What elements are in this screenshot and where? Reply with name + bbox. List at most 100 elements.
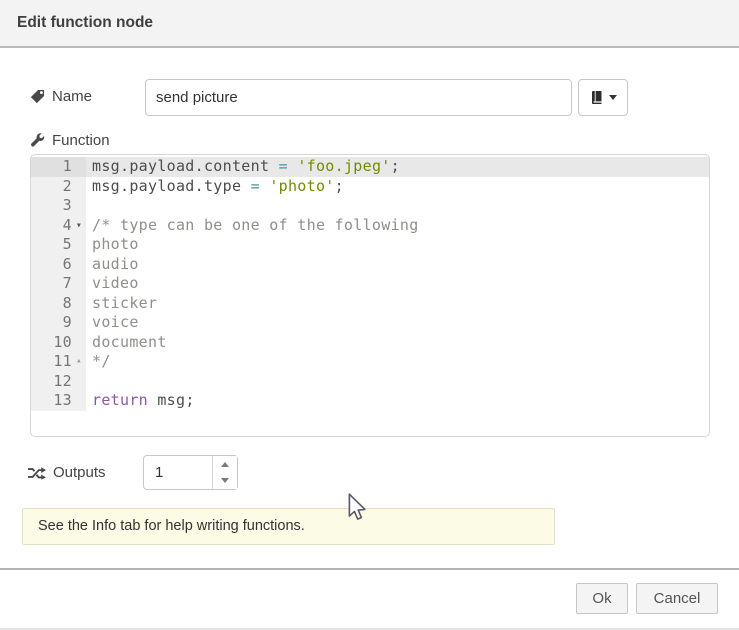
line-number: 2	[31, 177, 72, 197]
line-number: 3	[31, 196, 72, 216]
fold-spacer	[72, 196, 86, 216]
code-token: */	[92, 352, 111, 370]
editor-line[interactable]: 4▾/* type can be one of the following	[31, 216, 709, 236]
line-number: 1	[31, 157, 72, 177]
editor-line[interactable]: 9 voice	[31, 313, 709, 333]
code-token: photo	[92, 235, 139, 253]
line-number: 9	[31, 313, 72, 333]
fold-spacer	[72, 372, 86, 392]
editor-gutter-cell[interactable]: 4▾	[31, 216, 86, 236]
editor-gutter-cell[interactable]: 12	[31, 372, 86, 392]
editor-line[interactable]: 6 audio	[31, 255, 709, 275]
code-token: msg.payload.content	[92, 157, 279, 175]
code-line[interactable]: voice	[86, 313, 709, 333]
dialog-title: Edit function node	[17, 0, 153, 46]
code-token: 'foo.jpeg'	[297, 157, 390, 175]
fold-spacer	[72, 294, 86, 314]
info-tip: See the Info tab for help writing functi…	[22, 508, 555, 545]
code-line[interactable]: return msg;	[86, 391, 709, 411]
code-token: ;	[335, 177, 344, 195]
code-token: =	[279, 157, 288, 175]
tag-icon	[30, 89, 45, 104]
code-line[interactable]: msg.payload.type = 'photo';	[86, 177, 709, 197]
line-number: 4	[31, 216, 72, 236]
code-line[interactable]: sticker	[86, 294, 709, 314]
editor-gutter-cell[interactable]: 6	[31, 255, 86, 275]
editor-line[interactable]: 11▴ */	[31, 352, 709, 372]
outputs-spinner	[143, 455, 238, 490]
triangle-down-icon	[221, 478, 229, 483]
book-icon	[590, 90, 604, 105]
fold-spacer	[72, 255, 86, 275]
outputs-input[interactable]	[144, 456, 221, 489]
line-number: 13	[31, 391, 72, 411]
code-token: msg;	[148, 391, 195, 409]
code-line[interactable]: photo	[86, 235, 709, 255]
editor-rows: 1 msg.payload.content = 'foo.jpeg'; 2 msg.p…	[31, 155, 709, 411]
code-line[interactable]: */	[86, 352, 709, 372]
code-line[interactable]	[86, 196, 709, 216]
editor-gutter-cell[interactable]: 13	[31, 391, 86, 411]
code-token: =	[251, 177, 260, 195]
outputs-label: Outputs	[28, 464, 106, 481]
code-token: msg.payload.type	[92, 177, 251, 195]
editor-gutter-cell[interactable]: 10	[31, 333, 86, 353]
line-number: 6	[31, 255, 72, 275]
line-number: 5	[31, 235, 72, 255]
shuffle-icon	[28, 466, 46, 480]
code-token	[260, 177, 269, 195]
editor-line[interactable]: 3	[31, 196, 709, 216]
function-code-editor[interactable]: 1 msg.payload.content = 'foo.jpeg'; 2 msg.p…	[30, 154, 710, 437]
editor-line[interactable]: 2 msg.payload.type = 'photo';	[31, 177, 709, 197]
wrench-icon	[30, 133, 45, 148]
line-number: 12	[31, 372, 72, 392]
code-token	[288, 157, 297, 175]
fold-toggle-icon[interactable]: ▴	[72, 352, 86, 372]
editor-gutter-cell[interactable]: 5	[31, 235, 86, 255]
line-number: 11	[31, 352, 72, 372]
editor-gutter-cell[interactable]: 1	[31, 157, 86, 177]
code-line[interactable]: video	[86, 274, 709, 294]
editor-gutter-cell[interactable]: 2	[31, 177, 86, 197]
code-token: video	[92, 274, 139, 292]
triangle-up-icon	[221, 462, 229, 467]
code-token: voice	[92, 313, 139, 331]
fold-spacer	[72, 177, 86, 197]
editor-gutter-cell[interactable]: 7	[31, 274, 86, 294]
cancel-button[interactable]: Cancel	[636, 583, 718, 614]
code-line[interactable]: msg.payload.content = 'foo.jpeg';	[86, 157, 709, 177]
editor-gutter-cell[interactable]: 8	[31, 294, 86, 314]
name-input[interactable]	[145, 79, 572, 116]
code-token: ;	[391, 157, 400, 175]
ok-button[interactable]: Ok	[576, 583, 628, 614]
editor-line[interactable]: 1 msg.payload.content = 'foo.jpeg';	[31, 157, 709, 177]
code-token: sticker	[92, 294, 157, 312]
editor-line[interactable]: 8 sticker	[31, 294, 709, 314]
line-number: 10	[31, 333, 72, 353]
editor-line[interactable]: 10 document	[31, 333, 709, 353]
editor-line[interactable]: 12	[31, 372, 709, 392]
code-line[interactable]: audio	[86, 255, 709, 275]
name-label: Name	[30, 88, 92, 105]
editor-gutter-cell[interactable]: 9	[31, 313, 86, 333]
spinner-buttons	[212, 456, 237, 489]
fold-toggle-icon[interactable]: ▾	[72, 216, 86, 236]
fold-spacer	[72, 274, 86, 294]
editor-gutter-cell[interactable]: 11▴	[31, 352, 86, 372]
spinner-down-button[interactable]	[213, 473, 237, 490]
fold-spacer	[72, 235, 86, 255]
code-line[interactable]: document	[86, 333, 709, 353]
function-label: Function	[30, 132, 110, 149]
edit-function-dialog: Edit function node Name Function 1 msg.pa…	[0, 0, 739, 630]
editor-line[interactable]: 5 photo	[31, 235, 709, 255]
chevron-down-icon	[609, 95, 617, 100]
code-line[interactable]: /* type can be one of the following	[86, 216, 709, 236]
dialog-header: Edit function node	[0, 0, 739, 48]
code-line[interactable]	[86, 372, 709, 392]
editor-line[interactable]: 13 return msg;	[31, 391, 709, 411]
spinner-up-button[interactable]	[213, 456, 237, 473]
editor-line[interactable]: 7 video	[31, 274, 709, 294]
editor-gutter-cell[interactable]: 3	[31, 196, 86, 216]
code-token: 'photo'	[269, 177, 334, 195]
library-button[interactable]	[578, 79, 628, 116]
